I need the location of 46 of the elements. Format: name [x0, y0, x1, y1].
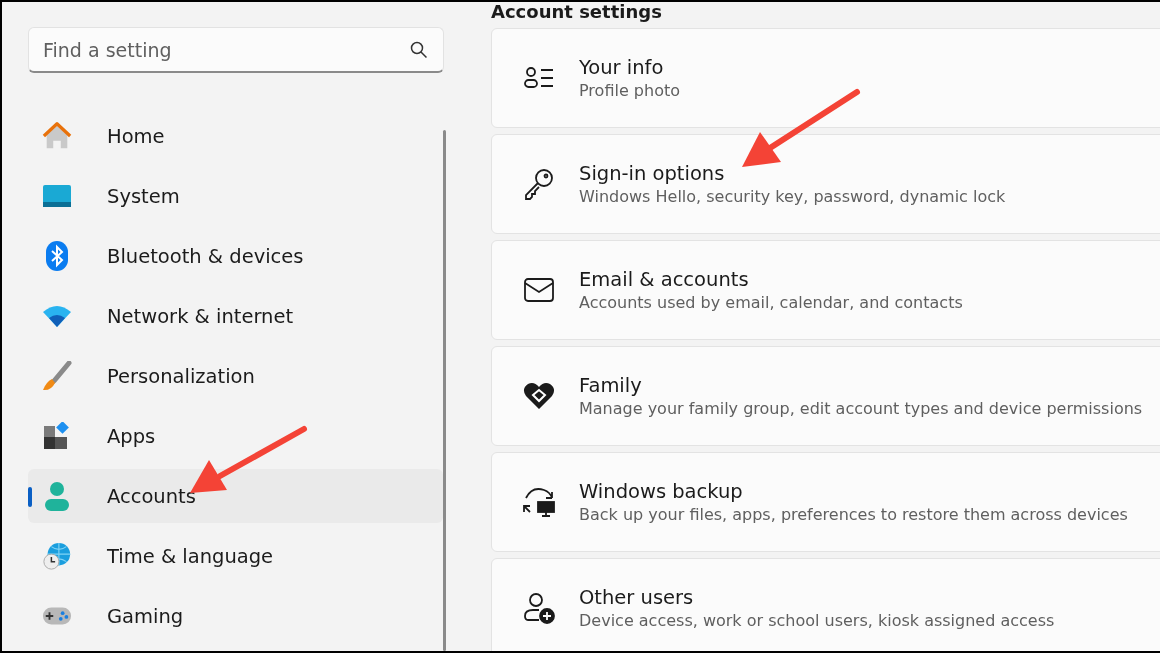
contact-list-icon — [523, 65, 555, 91]
card-description: Back up your files, apps, preferences to restore them across devices — [579, 503, 1128, 526]
apps-icon — [43, 422, 71, 450]
settings-card[interactable]: Other users Device access, work or school users, kiosk assigned access — [491, 558, 1160, 651]
sidebar-item[interactable]: Network & internet — [28, 289, 443, 343]
gamepad-icon — [42, 605, 72, 627]
settings-card[interactable]: Sign-in options Windows Hello, security key, password, dynamic lock — [491, 134, 1160, 234]
paintbrush-icon — [42, 361, 72, 391]
search-field[interactable]: Find a setting — [28, 27, 444, 73]
settings-card[interactable]: Windows backup Back up your files, apps, preferences to restore them across devices — [491, 452, 1160, 552]
card-title: Email & accounts — [579, 266, 750, 292]
card-description: Windows Hello, security key, password, dynamic lock — [579, 185, 1006, 208]
envelope-icon — [523, 277, 555, 303]
sync-monitor-icon — [522, 486, 556, 518]
monitor-icon — [42, 184, 72, 208]
card-description: Device access, work or school users, kiosk assigned access — [579, 609, 1055, 632]
card-description: Manage your family group, edit account types and device permissions — [579, 397, 1143, 420]
sidebar-item[interactable]: Gaming — [28, 589, 443, 643]
sidebar-item[interactable]: Accounts — [28, 469, 443, 523]
globe-clock-icon — [42, 540, 72, 572]
settings-card[interactable]: Family Manage your family group, edit account types and device permissions — [491, 346, 1160, 446]
bluetooth-icon — [45, 240, 69, 272]
selection-indicator — [28, 487, 32, 507]
person-icon — [44, 481, 70, 511]
sidebar-item[interactable]: Personalization — [28, 349, 443, 403]
sidebar-item[interactable]: Home — [28, 109, 443, 163]
search-icon — [410, 41, 428, 59]
card-title: Family — [579, 372, 643, 398]
card-title: Sign-in options — [579, 160, 726, 186]
home-icon — [42, 121, 72, 151]
sidebar-item[interactable]: System — [28, 169, 443, 223]
card-title: Your info — [579, 54, 665, 80]
settings-card[interactable]: Your info Profile photo — [491, 28, 1160, 128]
card-title: Other users — [579, 584, 695, 610]
sidebar-item[interactable]: Time & language — [28, 529, 443, 583]
person-add-icon — [523, 592, 555, 624]
card-description: Profile photo — [579, 79, 680, 102]
section-heading: Account settings — [491, 2, 662, 24]
settings-card[interactable]: Email & accounts Accounts used by email, calendar, and contacts — [491, 240, 1160, 340]
card-title: Windows backup — [579, 478, 744, 504]
heart-icon — [523, 381, 555, 411]
wifi-icon — [42, 304, 72, 328]
sidebar-item[interactable]: Apps — [28, 409, 443, 463]
sidebar-item[interactable]: Bluetooth & devices — [28, 229, 443, 283]
card-description: Accounts used by email, calendar, and contacts — [579, 291, 963, 314]
key-icon — [523, 167, 555, 201]
